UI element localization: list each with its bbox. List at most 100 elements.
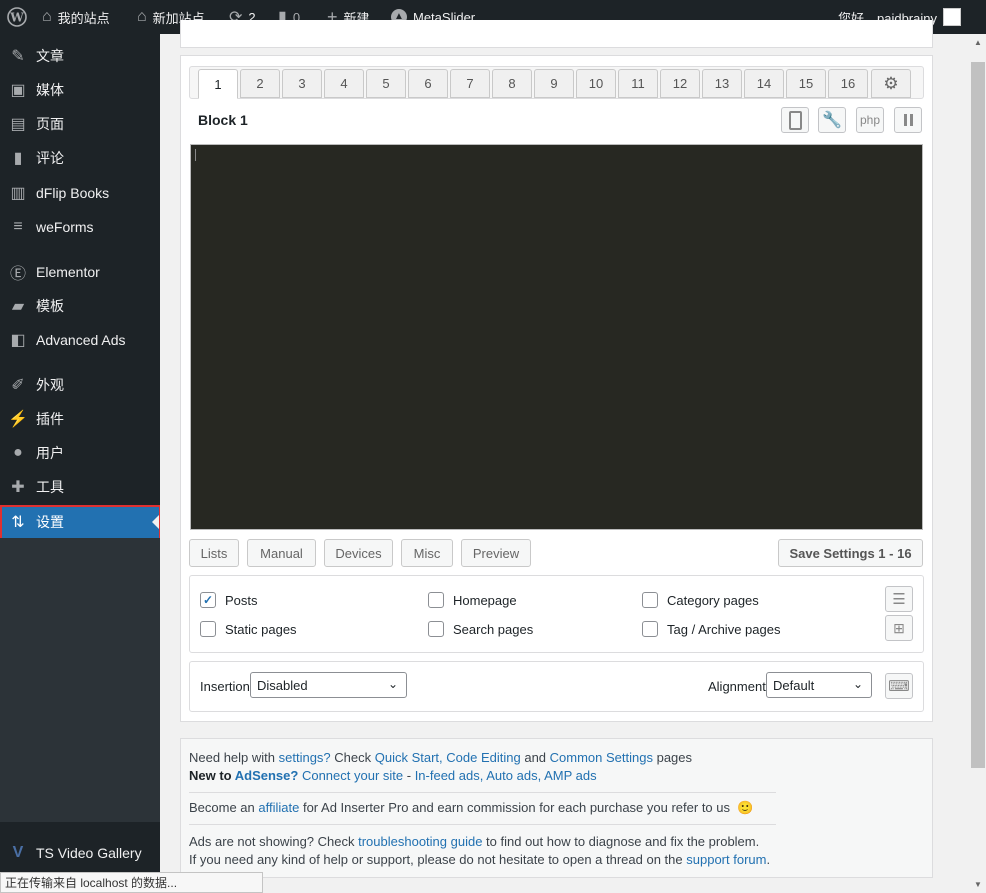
sidebar-item-1[interactable]: ✎ 文章 xyxy=(0,39,160,73)
tab-block-13[interactable]: 13 xyxy=(702,69,742,98)
insertion-label: Insertion xyxy=(200,679,250,694)
keyboard-button[interactable]: ⌨ xyxy=(885,673,913,699)
tab-block-10[interactable]: 10 xyxy=(576,69,616,98)
sidebar-item-13[interactable]: ✚ 工具 xyxy=(0,470,160,504)
quick-start-link[interactable]: Quick Start xyxy=(375,750,439,765)
tab-block-1[interactable]: 1 xyxy=(198,69,238,99)
tab-block-6[interactable]: 6 xyxy=(408,69,448,98)
tab-block-2[interactable]: 2 xyxy=(240,69,280,98)
checkbox-5[interactable]: Tag / Archive pages xyxy=(642,621,780,637)
adsense-link[interactable]: AdSense? xyxy=(235,768,299,783)
alignment-value: Default xyxy=(773,677,815,693)
misc-button[interactable]: Misc xyxy=(401,539,453,567)
tab-block-11[interactable]: 11 xyxy=(618,69,658,98)
tab-block-15[interactable]: 15 xyxy=(786,69,826,98)
troubleshooting-link[interactable]: troubleshooting guide xyxy=(358,834,482,849)
sidebar-item-12[interactable]: ● 用户 xyxy=(0,436,160,470)
tab-block-9[interactable]: 9 xyxy=(534,69,574,98)
help-text: Need help with xyxy=(189,750,279,765)
checkbox-3[interactable]: Static pages xyxy=(200,621,297,637)
checkbox-empty-icon[interactable] xyxy=(428,621,444,637)
help-text: for Ad Inserter Pro and earn commission … xyxy=(299,800,731,815)
scrollbar-thumb[interactable] xyxy=(971,62,985,768)
manual-button[interactable]: Manual xyxy=(247,539,316,567)
help-line-5: If you need any kind of help or support,… xyxy=(189,852,770,867)
my-sites-menu[interactable]: ⌂ 我的站点 xyxy=(42,0,110,34)
wordpress-logo-icon[interactable]: W xyxy=(7,0,27,34)
pause-button[interactable] xyxy=(894,107,922,133)
preview-button[interactable]: Preview xyxy=(461,539,531,567)
tools-button[interactable]: 🔧 xyxy=(818,107,846,133)
sidebar-item-2[interactable]: ▣ 媒体 xyxy=(0,73,160,107)
checkbox-empty-icon[interactable] xyxy=(642,621,658,637)
checkbox-4[interactable]: Search pages xyxy=(428,621,533,637)
my-sites-label: 我的站点 xyxy=(57,10,110,26)
auto-ads-link[interactable]: Auto ads xyxy=(486,768,537,783)
checkbox-label: Tag / Archive pages xyxy=(667,621,781,637)
avatar xyxy=(943,8,961,26)
tab-block-5[interactable]: 5 xyxy=(366,69,406,98)
help-text: . xyxy=(766,852,771,867)
list-toggle-button[interactable]: ☰ xyxy=(885,586,913,612)
scroll-up-icon[interactable]: ▲ xyxy=(974,38,982,47)
amp-ads-link[interactable]: AMP ads xyxy=(544,768,597,783)
sidebar-item-9[interactable]: ◧ Advanced Ads xyxy=(0,323,160,357)
tab-settings[interactable]: ⚙ xyxy=(871,69,911,98)
connect-site-link[interactable]: Connect your site xyxy=(302,768,403,783)
sidebar-item-ts-video[interactable]: V TS Video Gallery xyxy=(0,836,160,870)
php-label: php xyxy=(859,113,881,127)
support-forum-link[interactable]: support forum xyxy=(686,852,766,867)
scroll-down-icon[interactable]: ▼ xyxy=(974,880,982,889)
checkbox-1[interactable]: Homepage xyxy=(428,592,517,608)
smile-icon: 🙂 xyxy=(737,800,754,815)
settings-link[interactable]: settings? xyxy=(279,750,331,765)
save-settings-button[interactable]: Save Settings 1 - 16 xyxy=(778,539,923,567)
lists-button[interactable]: Lists xyxy=(189,539,239,567)
tab-block-3[interactable]: 3 xyxy=(282,69,322,98)
code-editing-link[interactable]: Code Editing xyxy=(446,750,520,765)
in-feed-ads-link[interactable]: In-feed ads xyxy=(415,768,480,783)
device-button[interactable] xyxy=(781,107,809,133)
tab-block-4[interactable]: 4 xyxy=(324,69,364,98)
sidebar-item-label: Elementor xyxy=(36,264,100,280)
insertion-value: Disabled xyxy=(257,677,308,693)
sidebar-item-4[interactable]: ▮ 评论 xyxy=(0,141,160,175)
grid-icon: ⊞ xyxy=(893,619,905,636)
help-text: and xyxy=(520,750,550,765)
help-text: Ads are not showing? Check xyxy=(189,834,359,849)
grid-toggle-button[interactable]: ⊞ xyxy=(885,615,913,641)
tab-block-16[interactable]: 16 xyxy=(828,69,868,98)
checkbox-empty-icon[interactable] xyxy=(642,592,658,608)
chevron-down-icon: ⌄ xyxy=(387,677,398,691)
ads-icon: ◧ xyxy=(10,332,26,349)
sidebar-item-6[interactable]: ≡ weForms xyxy=(0,210,160,244)
house-icon: ⌂ xyxy=(137,8,147,25)
checkbox-checked-icon[interactable]: ✓ xyxy=(200,592,216,608)
sidebar-item-5[interactable]: ▥ dFlip Books xyxy=(0,176,160,210)
tab-block-8[interactable]: 8 xyxy=(492,69,532,98)
sidebar-item-8[interactable]: ▰ 模板 xyxy=(0,289,160,323)
sidebar-item-11[interactable]: ⚡ 插件 xyxy=(0,402,160,436)
checkbox-2[interactable]: Category pages xyxy=(642,592,759,608)
devices-button[interactable]: Devices xyxy=(324,539,393,567)
checkbox-label: Search pages xyxy=(453,621,534,637)
affiliate-link[interactable]: affiliate xyxy=(258,800,299,815)
php-button[interactable]: php xyxy=(856,107,884,133)
chevron-down-icon: ⌄ xyxy=(852,677,863,691)
common-settings-link[interactable]: Common Settings xyxy=(550,750,653,765)
sidebar-item-3[interactable]: ▤ 页面 xyxy=(0,107,160,141)
checkbox-0[interactable]: ✓ Posts xyxy=(200,592,258,608)
checkbox-empty-icon[interactable] xyxy=(428,592,444,608)
comment-icon: ▮ xyxy=(13,150,23,167)
insertion-select[interactable]: Disabled ⌄ xyxy=(250,672,407,698)
tab-block-7[interactable]: 7 xyxy=(450,69,490,98)
alignment-select[interactable]: Default ⌄ xyxy=(766,672,872,698)
help-text: New to xyxy=(189,768,235,783)
tab-block-14[interactable]: 14 xyxy=(744,69,784,98)
tab-block-12[interactable]: 12 xyxy=(660,69,700,98)
sidebar-item-10[interactable]: ✐ 外观 xyxy=(0,368,160,402)
code-editor[interactable] xyxy=(190,144,923,530)
video-gallery-icon: V xyxy=(12,844,24,861)
sidebar-item-7[interactable]: Ⓔ Elementor xyxy=(0,255,160,289)
checkbox-empty-icon[interactable] xyxy=(200,621,216,637)
